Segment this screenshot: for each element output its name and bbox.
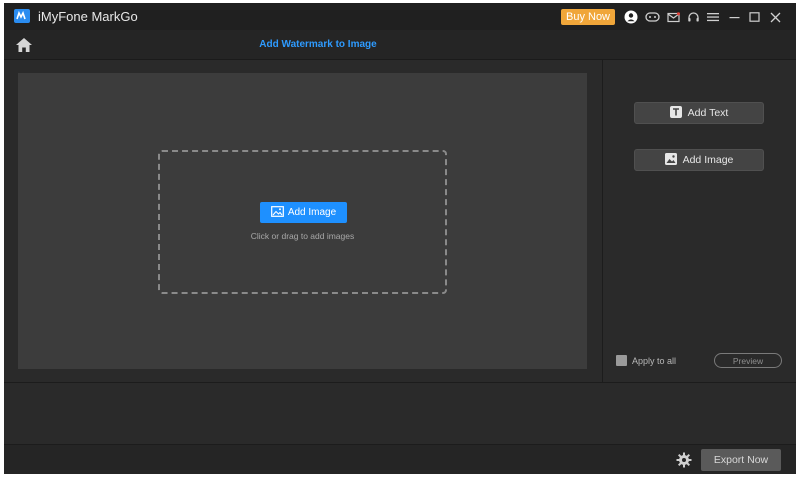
image-dropzone[interactable]: Add Image Click or drag to add images <box>158 150 447 294</box>
image-icon <box>270 205 284 220</box>
image-icon <box>664 152 677 168</box>
app-title: iMyFone MarkGo <box>38 9 138 24</box>
drop-hint-text: Click or drag to add images <box>250 231 355 241</box>
image-canvas: Add Image Click or drag to add images <box>18 73 587 369</box>
footer-bar: Export Now <box>4 444 796 474</box>
app-logo-icon <box>14 9 30 23</box>
gamepad-icon[interactable] <box>644 9 660 25</box>
mail-icon[interactable] <box>665 9 681 25</box>
nav-bar: Add Watermark to Image <box>4 30 796 60</box>
add-text-button[interactable]: Add Text <box>634 102 764 124</box>
apply-to-all-row: Apply to all <box>616 355 676 366</box>
add-text-label: Add Text <box>687 107 729 119</box>
thumbnail-strip <box>4 383 796 444</box>
page-title: Add Watermark to Image <box>259 39 377 50</box>
export-now-button[interactable]: Export Now <box>701 449 781 471</box>
user-icon[interactable] <box>623 9 639 25</box>
title-bar: iMyFone MarkGo Buy Now <box>4 3 796 30</box>
preview-button[interactable]: Preview <box>714 353 782 368</box>
add-image-button[interactable]: Add Image <box>260 202 347 223</box>
apply-to-all-label: Apply to all <box>632 355 677 366</box>
gear-icon[interactable] <box>676 452 692 468</box>
add-image-sidebar-button[interactable]: Add Image <box>634 149 764 171</box>
sidebar-divider <box>602 60 603 382</box>
buy-now-button[interactable]: Buy Now <box>561 9 615 25</box>
close-icon[interactable] <box>767 9 783 25</box>
app-window: iMyFone MarkGo Buy Now Add Watermark to … <box>4 3 796 474</box>
menu-icon[interactable] <box>705 9 721 25</box>
apply-to-all-checkbox[interactable] <box>616 355 627 366</box>
minimize-icon[interactable] <box>726 9 742 25</box>
add-image-sidebar-label: Add Image <box>682 154 734 166</box>
maximize-icon[interactable] <box>746 9 762 25</box>
text-icon <box>669 105 682 121</box>
add-image-label: Add Image <box>287 207 337 218</box>
headset-icon[interactable] <box>685 9 701 25</box>
